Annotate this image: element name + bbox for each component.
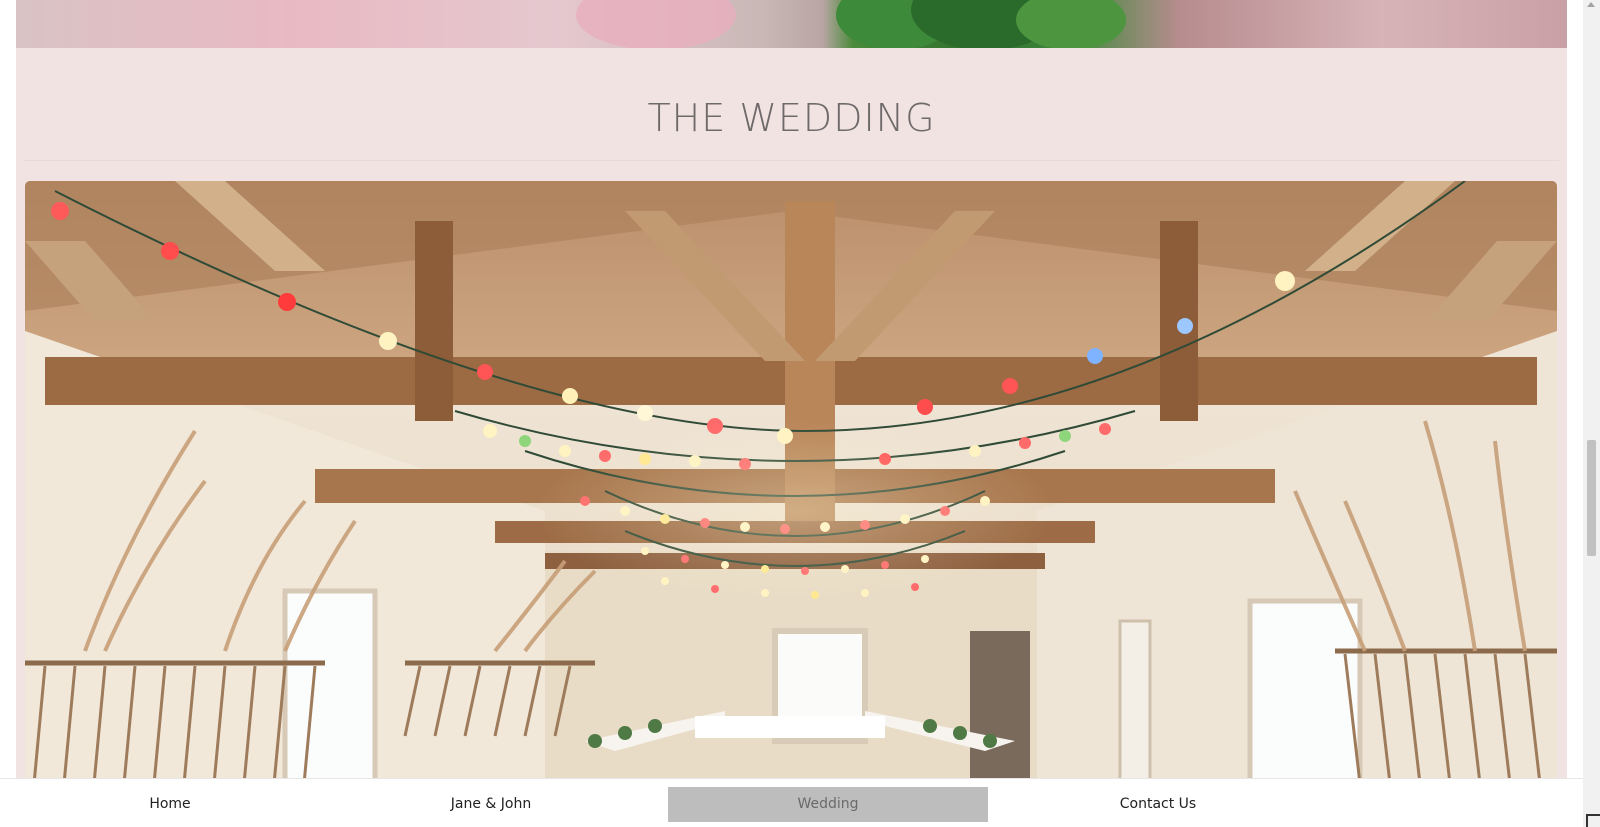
nav-item-contact-us[interactable]: Contact Us (1048, 787, 1268, 822)
scrollbar-thumb[interactable] (1587, 440, 1596, 556)
flowers-photo (16, 0, 1567, 48)
nav-item-jane-and-john[interactable]: Jane & John (381, 787, 601, 822)
title-divider (24, 160, 1559, 161)
vertical-scrollbar[interactable] (1583, 0, 1600, 827)
section-title: THE WEDDING (647, 96, 936, 140)
content-column: THE WEDDING (16, 0, 1567, 827)
scroll-up-arrow-icon[interactable] (1587, 2, 1595, 7)
venue-photo-graphic (25, 181, 1557, 827)
nav-item-wedding[interactable]: Wedding (668, 787, 988, 822)
page: THE WEDDING Home Jane & John Wedding Con… (0, 0, 1583, 827)
nav-item-home[interactable]: Home (60, 787, 280, 822)
venue-photo (25, 181, 1557, 827)
bottom-nav: Home Jane & John Wedding Contact Us (0, 778, 1583, 827)
resize-grip-icon (1586, 814, 1600, 827)
